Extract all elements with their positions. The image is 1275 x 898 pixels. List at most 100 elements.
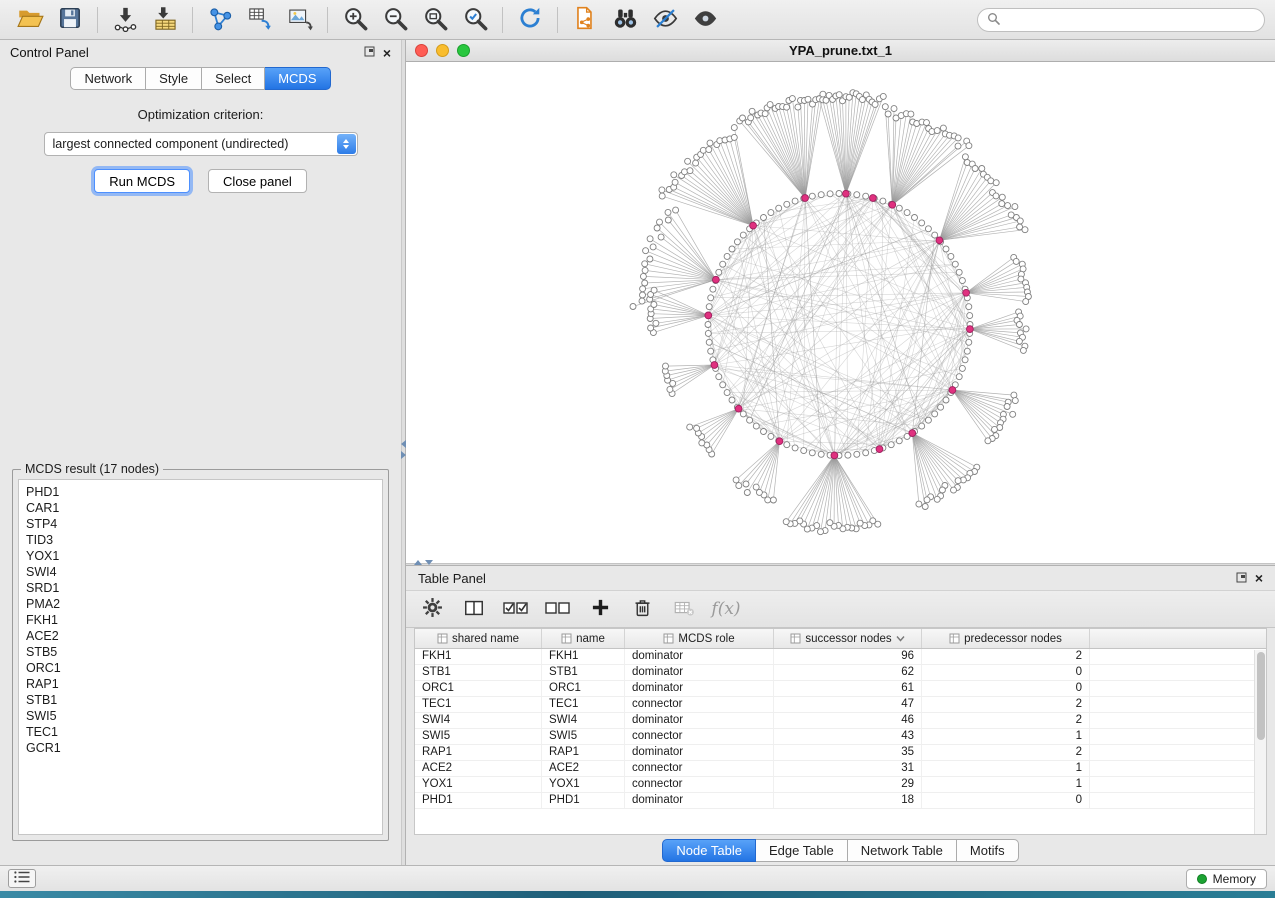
clear-table-button[interactable] xyxy=(670,594,698,624)
hide-selected-button[interactable] xyxy=(645,4,685,36)
criterion-dropdown[interactable]: largest connected component (undirected) xyxy=(44,132,358,156)
search-network-button[interactable] xyxy=(605,4,645,36)
tab-node-table[interactable]: Node Table xyxy=(662,839,756,862)
panel-menu-button[interactable] xyxy=(8,869,36,888)
collapse-up-icon[interactable] xyxy=(414,560,422,565)
zoom-selected-button[interactable] xyxy=(455,4,495,36)
table-row[interactable]: PHD1PHD1dominator180 xyxy=(415,793,1266,809)
cell-name: YOX1 xyxy=(542,777,625,792)
import-network-file-button[interactable] xyxy=(105,4,145,36)
deselect-all-button[interactable] xyxy=(544,594,572,624)
mcds-result-item[interactable]: SWI5 xyxy=(19,708,382,724)
show-hidden-button[interactable] xyxy=(685,4,725,36)
add-column-button[interactable] xyxy=(586,594,614,624)
mcds-result-item[interactable]: PHD1 xyxy=(19,484,382,500)
status-bar: Memory xyxy=(0,865,1275,891)
close-panel-icon[interactable]: × xyxy=(383,46,391,60)
mcds-result-item[interactable]: STP4 xyxy=(19,516,382,532)
cell-name: TEC1 xyxy=(542,697,625,712)
column-header-mcds-role[interactable]: MCDS role xyxy=(625,629,774,648)
minimize-window-icon[interactable] xyxy=(436,44,449,57)
tab-network-table[interactable]: Network Table xyxy=(848,839,957,862)
table-row[interactable]: YOX1YOX1connector291 xyxy=(415,777,1266,793)
column-header-name[interactable]: name xyxy=(542,629,625,648)
mcds-result-item[interactable]: SWI4 xyxy=(19,564,382,580)
maximize-window-icon[interactable] xyxy=(457,44,470,57)
table-panel-header: Table Panel × xyxy=(406,566,1275,590)
mcds-result-item[interactable]: TID3 xyxy=(19,532,382,548)
open-file-button[interactable] xyxy=(10,4,50,36)
network-from-table-button[interactable] xyxy=(240,4,280,36)
mcds-result-item[interactable]: PMA2 xyxy=(19,596,382,612)
cell-predecessor-nodes: 2 xyxy=(922,649,1090,664)
share-document-button[interactable] xyxy=(565,4,605,36)
row-filler xyxy=(1090,649,1266,664)
close-table-panel-icon[interactable]: × xyxy=(1255,571,1263,585)
horizontal-splitter[interactable] xyxy=(406,563,1275,566)
network-canvas[interactable] xyxy=(406,62,1275,563)
cell-successor-nodes: 47 xyxy=(774,697,922,712)
table-row[interactable]: SWI5SWI5connector431 xyxy=(415,729,1266,745)
mcds-result-item[interactable]: GCR1 xyxy=(19,740,382,756)
toolbar-separator xyxy=(97,7,98,33)
mcds-result-item[interactable]: ACE2 xyxy=(19,628,382,644)
mcds-result-item[interactable]: STB5 xyxy=(19,644,382,660)
table-row[interactable]: ORC1ORC1dominator610 xyxy=(415,681,1266,697)
close-window-icon[interactable] xyxy=(415,44,428,57)
column-header-shared-name[interactable]: shared name xyxy=(415,629,542,648)
table-scrollbar[interactable] xyxy=(1254,650,1266,834)
table-row[interactable]: ACE2ACE2connector311 xyxy=(415,761,1266,777)
mcds-result-item[interactable]: STB1 xyxy=(19,692,382,708)
apply-layout-button[interactable] xyxy=(510,4,550,36)
list-icon xyxy=(14,871,30,886)
tab-network[interactable]: Network xyxy=(70,67,146,90)
memory-button[interactable]: Memory xyxy=(1186,869,1267,889)
mcds-result-item[interactable]: CAR1 xyxy=(19,500,382,516)
table-row[interactable]: FKH1FKH1dominator962 xyxy=(415,649,1266,665)
table-row[interactable]: TEC1TEC1connector472 xyxy=(415,697,1266,713)
tab-select[interactable]: Select xyxy=(202,67,265,90)
mcds-result-item[interactable]: TEC1 xyxy=(19,724,382,740)
mcds-result-item[interactable]: ORC1 xyxy=(19,660,382,676)
tab-edge-table[interactable]: Edge Table xyxy=(756,839,848,862)
network-titlebar[interactable]: YPA_prune.txt_1 xyxy=(406,40,1275,62)
collapse-down-icon[interactable] xyxy=(425,560,433,565)
table-row[interactable]: SWI4SWI4dominator462 xyxy=(415,713,1266,729)
column-header-successor-nodes[interactable]: successor nodes xyxy=(774,629,922,648)
gear-icon xyxy=(422,597,443,621)
float-table-panel-icon[interactable] xyxy=(1236,571,1247,586)
mcds-result-list[interactable]: PHD1CAR1STP4TID3YOX1SWI4SRD1PMA2FKH1ACE2… xyxy=(18,479,383,835)
show-column-button[interactable] xyxy=(460,594,488,624)
save-session-button[interactable] xyxy=(50,4,90,36)
close-panel-button[interactable]: Close panel xyxy=(208,169,307,193)
table-header-row: shared namenameMCDS rolesuccessor nodesp… xyxy=(415,629,1266,649)
network-nodes-icon xyxy=(207,5,234,35)
mcds-result-item[interactable]: YOX1 xyxy=(19,548,382,564)
zoom-out-button[interactable] xyxy=(375,4,415,36)
tab-motifs[interactable]: Motifs xyxy=(957,839,1019,862)
float-panel-icon[interactable] xyxy=(364,45,375,60)
tab-style[interactable]: Style xyxy=(146,67,202,90)
sort-chevron-icon xyxy=(896,635,905,642)
mcds-result-item[interactable]: FKH1 xyxy=(19,612,382,628)
search-input[interactable] xyxy=(1006,13,1255,27)
table-settings-button[interactable] xyxy=(418,594,446,624)
select-all-button[interactable] xyxy=(502,594,530,624)
column-header-predecessor-nodes[interactable]: predecessor nodes xyxy=(922,629,1090,648)
new-network-button[interactable] xyxy=(200,4,240,36)
zoom-fit-button[interactable] xyxy=(415,4,455,36)
mcds-result-item[interactable]: RAP1 xyxy=(19,676,382,692)
table-row[interactable]: STB1STB1dominator620 xyxy=(415,665,1266,681)
table-row[interactable]: RAP1RAP1dominator352 xyxy=(415,745,1266,761)
zoom-in-button[interactable] xyxy=(335,4,375,36)
run-mcds-button[interactable]: Run MCDS xyxy=(94,169,190,193)
mcds-result-item[interactable]: SRD1 xyxy=(19,580,382,596)
search-field[interactable] xyxy=(977,8,1265,32)
delete-column-button[interactable] xyxy=(628,594,656,624)
tab-mcds[interactable]: MCDS xyxy=(265,67,330,90)
document-share-icon xyxy=(572,5,598,34)
scrollbar-thumb[interactable] xyxy=(1257,652,1265,740)
import-table-file-button[interactable] xyxy=(145,4,185,36)
function-builder-button[interactable]: f(x) xyxy=(712,594,740,624)
export-image-button[interactable] xyxy=(280,4,320,36)
